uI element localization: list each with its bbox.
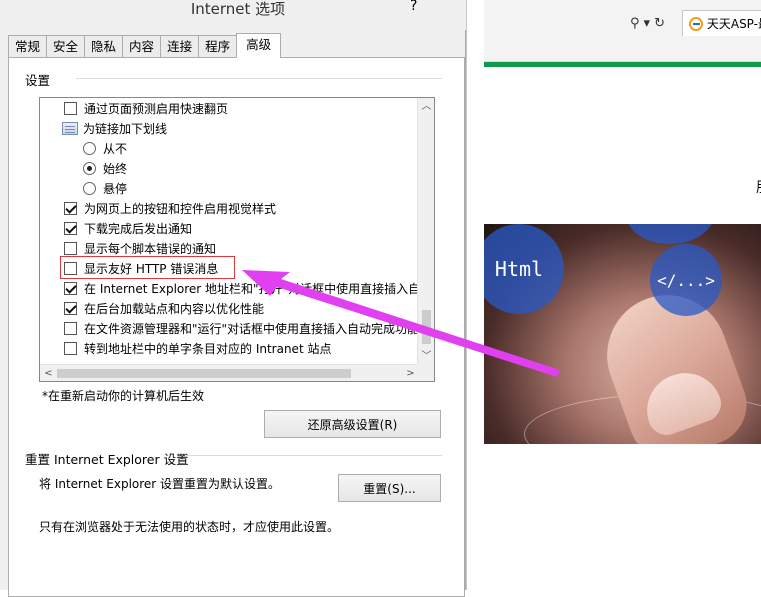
list-item[interactable]: 通过页面预测启用快速翻页 [64,98,228,118]
list-item[interactable]: 始终 [83,158,127,178]
list-item[interactable]: 在后台加载站点和内容以优化性能 [64,298,264,318]
annotation-highlight-box [60,256,235,279]
tab-content[interactable]: 内容 [122,35,162,58]
ie-icon [689,16,703,31]
internet-options-dialog: Internet 选项 ? 常规 安全 隐私 内容 连接 程序 高级 设置 通过… [0,0,466,597]
browser-tab[interactable]: 天天ASP-最专 [682,10,761,36]
search-icon[interactable]: ⚲ [630,16,640,31]
list-item[interactable]: 显示每个脚本错误的通知 [64,238,216,258]
dialog-title: Internet 选项 [190,0,286,18]
radio-button[interactable] [83,181,96,195]
vertical-scrollbar[interactable]: ︿ ﹀ [417,98,434,365]
scroll-up-icon[interactable]: ︿ [418,98,434,115]
list-item[interactable]: 悬停 [83,178,127,198]
checkbox[interactable] [64,301,77,315]
hero-image: […] Html </...> [484,224,761,444]
checkbox[interactable] [64,241,77,255]
refresh-icon[interactable]: ↻ [654,16,665,31]
list-item-label: 显示每个脚本错误的通知 [84,241,217,256]
checkbox[interactable] [64,281,77,295]
tab-strip: 常规 安全 隐私 内容 连接 程序 高级 [8,33,282,58]
tab-security[interactable]: 安全 [46,35,86,58]
reset-divider [185,455,442,456]
address-tools: ⚲ ▾ ↻ [630,14,678,32]
settings-group-icon [62,121,78,135]
list-item[interactable]: 在文件资源管理器和"运行"对话框中使用直接插入自动完成功能 [64,318,419,338]
checkbox[interactable] [64,221,77,235]
radio-button[interactable] [83,141,96,155]
list-item-label: 为网页上的按钮和控件启用视觉样式 [84,201,277,216]
tab-connections[interactable]: 连接 [160,35,200,58]
site-header-line [484,62,761,67]
help-button[interactable]: ? [410,0,417,14]
browser-toolbar: ⚲ ▾ ↻ 天天ASP-最专 [484,0,761,62]
tab-general[interactable]: 常规 [8,35,48,58]
browser-window: ⚲ ▾ ↻ 天天ASP-最专 朋 […] Html </...> [466,0,761,590]
checkbox[interactable] [64,321,77,335]
dialog-title-bar: Internet 选项 ? [0,0,466,30]
page-text-fragment: 朋 [756,177,761,197]
settings-list[interactable]: 通过页面预测启用快速翻页 为链接加下划线 从不 始终 悬停 为网页上的按钮和控件… [39,97,435,382]
list-item[interactable]: 转到地址栏中的单字条目对应的 Intranet 站点 [64,338,331,358]
list-item-label: 为链接加下划线 [83,121,168,136]
tab-advanced[interactable]: 高级 [236,33,282,58]
list-item[interactable]: 为网页上的按钮和控件启用视觉样式 [64,198,276,218]
list-item-label: 从不 [103,141,128,156]
restore-advanced-settings-button[interactable]: 还原高级设置(R) [264,410,441,438]
settings-divider [76,78,442,79]
checkbox[interactable] [64,101,77,115]
browser-tab-title: 天天ASP-最专 [706,17,761,31]
list-item[interactable]: 在 Internet Explorer 地址栏和"打开"对话框中使用直接插入自 [64,278,420,298]
hero-bubble-html: Html [484,224,564,314]
settings-group-label: 设置 [25,73,51,88]
hero-bubble-code: </...> [650,244,722,316]
list-group-header: 为链接加下划线 [62,118,167,138]
checkbox[interactable] [64,201,77,215]
list-item-label: 在文件资源管理器和"运行"对话框中使用直接插入自动完成功能 [84,321,420,336]
list-item-label: 在后台加载站点和内容以优化性能 [84,301,265,316]
list-item-label: 下载完成后发出通知 [84,221,193,236]
checkbox[interactable] [64,341,77,355]
horizontal-scroll-thumb[interactable] [57,369,351,378]
reset-warning-note: 只有在浏览器处于无法使用的状态时，才应使用此设置。 [39,520,340,534]
reset-button[interactable]: 重置(S)... [338,474,441,502]
hero-bubble-top: […] [626,224,714,244]
reset-description: 将 Internet Explorer 设置重置为默认设置。 [39,477,281,491]
scroll-down-icon[interactable]: ﹀ [418,348,434,365]
scroll-corner [417,364,434,381]
list-item-label: 通过页面预测启用快速翻页 [84,101,229,116]
dropdown-icon[interactable]: ▾ [644,16,651,31]
vertical-scroll-thumb[interactable] [422,310,431,344]
horizontal-scrollbar[interactable]: < > [40,364,434,381]
radio-button[interactable] [83,161,96,175]
list-item-label: 始终 [103,161,128,176]
browser-left-edge [466,0,484,590]
scroll-left-icon[interactable]: < [40,365,57,381]
list-item-label: 悬停 [103,181,128,196]
tab-privacy[interactable]: 隐私 [84,35,124,58]
restart-note: *在重新启动你的计算机后生效 [42,389,205,403]
tab-programs[interactable]: 程序 [198,35,238,58]
list-item-label: 在 Internet Explorer 地址栏和"打开"对话框中使用直接插入自 [84,281,421,296]
reset-group-label: 重置 Internet Explorer 设置 [25,452,189,467]
list-item[interactable]: 从不 [83,138,127,158]
list-item-label: 转到地址栏中的单字条目对应的 Intranet 站点 [84,341,332,356]
list-item[interactable]: 下载完成后发出通知 [64,218,192,238]
